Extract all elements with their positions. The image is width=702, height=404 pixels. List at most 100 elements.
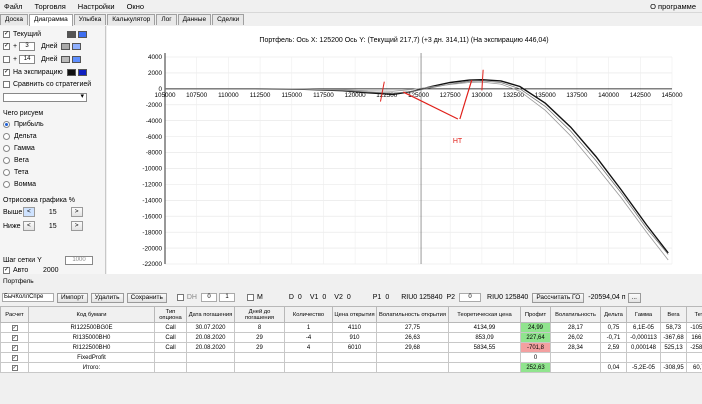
- radio-theta-row[interactable]: Тета: [3, 167, 29, 177]
- current-checkbox[interactable]: ✓: [3, 30, 10, 38]
- radio-vomma-row[interactable]: Вомма: [3, 179, 36, 189]
- col-days[interactable]: Дней до погашения: [234, 306, 285, 323]
- calc-checkbox[interactable]: ✓: [11, 354, 18, 361]
- menu-file[interactable]: Файл: [4, 2, 22, 11]
- m-checkbox[interactable]: [247, 294, 254, 301]
- calc-checkbox-cell[interactable]: ✓: [0, 342, 29, 353]
- cell-qty: 1: [284, 322, 333, 333]
- calc-checkbox[interactable]: ✓: [11, 324, 18, 331]
- days2-input[interactable]: 14: [19, 54, 36, 64]
- col-theo[interactable]: Теоретическая цена: [448, 306, 521, 323]
- col-calc[interactable]: Расчет: [0, 306, 29, 323]
- dh-input-1[interactable]: 0: [201, 293, 217, 302]
- table-row[interactable]: ✓ RI122500BH0 Call 20.08.2020 29 4 6010 29,68 58…: [0, 342, 702, 353]
- tab-deals[interactable]: Сделки: [212, 14, 245, 25]
- tab-diagram[interactable]: Диаграмма: [28, 14, 73, 26]
- above-decrease-button[interactable]: <: [23, 207, 35, 217]
- cell-vol-open: 26,63: [376, 332, 449, 343]
- menu-settings[interactable]: Настройки: [78, 2, 115, 11]
- radio-vomma[interactable]: [3, 180, 10, 188]
- radio-vega-row[interactable]: Вега: [3, 155, 29, 165]
- calc-margin-button[interactable]: Рассчитать ГО: [532, 292, 585, 303]
- more-button[interactable]: ...: [627, 292, 641, 303]
- dh-input-2[interactable]: 1: [219, 293, 235, 302]
- col-vega[interactable]: Вега: [660, 306, 687, 323]
- tab-smile[interactable]: Улыбка: [73, 14, 107, 25]
- expiry-label: На экспирацию: [13, 68, 63, 76]
- table-row[interactable]: ✓ RI135000BH0 Call 20.08.2020 29 -4 910 26,63 85…: [0, 332, 702, 343]
- compare-checkbox[interactable]: [3, 80, 10, 88]
- menu-window[interactable]: Окно: [127, 2, 144, 11]
- p1-label: P1: [372, 294, 382, 301]
- days1-checkbox[interactable]: ✓: [3, 42, 10, 50]
- radio-delta-row[interactable]: Дельта: [3, 131, 37, 141]
- col-gamma[interactable]: Гамма: [626, 306, 661, 323]
- col-type[interactable]: Тип опциона: [154, 306, 187, 323]
- profit-chart[interactable]: Портфель: Ось X: 125200 Ось Y: (Текущий …: [107, 26, 702, 274]
- tab-log[interactable]: Лог: [156, 14, 177, 25]
- calc-checkbox-cell[interactable]: ✓: [0, 362, 29, 373]
- delete-button[interactable]: Удалить: [90, 292, 124, 303]
- y-tick-label: -6000: [146, 134, 163, 141]
- strategy-select[interactable]: БычКоллСпре: [2, 293, 54, 302]
- calc-checkbox-cell[interactable]: ✓: [0, 322, 29, 333]
- radio-vega[interactable]: [3, 156, 10, 164]
- tab-calculator[interactable]: Калькулятор: [107, 14, 156, 25]
- col-delta[interactable]: Дельта: [600, 306, 627, 323]
- calc-checkbox[interactable]: ✓: [11, 334, 18, 341]
- current-color-swatch-2[interactable]: [78, 30, 87, 38]
- cell-profit: 24,99: [520, 322, 551, 333]
- cell-theo: 853,09: [448, 332, 521, 343]
- above-increase-button[interactable]: >: [70, 207, 83, 217]
- radio-profit[interactable]: [3, 120, 10, 128]
- strategy-compare-dropdown[interactable]: [3, 92, 87, 102]
- below-decrease-button[interactable]: <: [23, 221, 35, 231]
- dh-checkbox[interactable]: [176, 294, 184, 301]
- below-increase-button[interactable]: >: [70, 221, 83, 231]
- days2-color-swatch[interactable]: [61, 55, 71, 63]
- expiry-color-swatch[interactable]: [67, 68, 76, 76]
- grid-step-input[interactable]: 1000: [65, 255, 93, 265]
- days1-color-swatch[interactable]: [61, 42, 71, 50]
- col-vol-open[interactable]: Волатильность открытия: [376, 306, 449, 323]
- calc-checkbox-cell[interactable]: ✓: [0, 352, 29, 363]
- radio-gamma-row[interactable]: Гамма: [3, 143, 35, 153]
- menu-about[interactable]: О программе: [650, 2, 696, 11]
- expiry-color-swatch-2[interactable]: [78, 68, 87, 76]
- import-button[interactable]: Импорт: [57, 292, 88, 303]
- table-row[interactable]: ✓FixedProfit0X: [0, 352, 702, 363]
- annotation-arrow-right: [459, 79, 473, 120]
- col-profit[interactable]: Профит: [520, 306, 551, 323]
- days2-color-swatch-2[interactable]: [72, 55, 82, 63]
- radio-profit-row[interactable]: Прибыль: [3, 119, 44, 129]
- radio-gamma[interactable]: [3, 144, 10, 152]
- draw-group-row: Чего рисуем: [3, 108, 43, 118]
- auto-checkbox[interactable]: ✓: [3, 266, 10, 274]
- days2-checkbox[interactable]: [3, 55, 10, 63]
- col-price[interactable]: Цена открытия: [332, 306, 377, 323]
- calc-checkbox[interactable]: ✓: [11, 344, 18, 351]
- col-theta[interactable]: Тета: [686, 306, 702, 323]
- table-row[interactable]: ✓Итого:252,630,04-5,2E-05-308,9560,73X: [0, 362, 702, 373]
- tab-data[interactable]: Данные: [177, 14, 212, 25]
- days1-color-swatch-2[interactable]: [72, 42, 82, 50]
- days1-input[interactable]: 3: [19, 41, 36, 51]
- menu-trading[interactable]: Торговля: [34, 2, 65, 11]
- col-qty[interactable]: Количество: [284, 306, 333, 323]
- menu-bar: Файл Торговля Настройки Окно О программе: [0, 0, 702, 13]
- compare-label: Сравнить со стратегией: [13, 80, 92, 88]
- calc-checkbox-cell[interactable]: ✓: [0, 332, 29, 343]
- table-row[interactable]: ✓ RI122500BG0E Call 30.07.2020 8 1 4110 27,75 41…: [0, 322, 702, 333]
- radio-delta[interactable]: [3, 132, 10, 140]
- tab-board[interactable]: Доска: [0, 14, 28, 25]
- cell-price: [332, 352, 377, 363]
- col-vol[interactable]: Волатильность: [550, 306, 601, 323]
- p2-input[interactable]: 0: [459, 293, 482, 302]
- radio-theta[interactable]: [3, 168, 10, 176]
- save-button[interactable]: Сохранить: [126, 292, 167, 303]
- expiry-checkbox[interactable]: ✓: [3, 68, 10, 76]
- col-code[interactable]: Код бумаги: [28, 306, 155, 323]
- current-color-swatch[interactable]: [67, 30, 76, 38]
- col-date[interactable]: Дата погашения: [186, 306, 235, 323]
- calc-checkbox[interactable]: ✓: [11, 364, 18, 371]
